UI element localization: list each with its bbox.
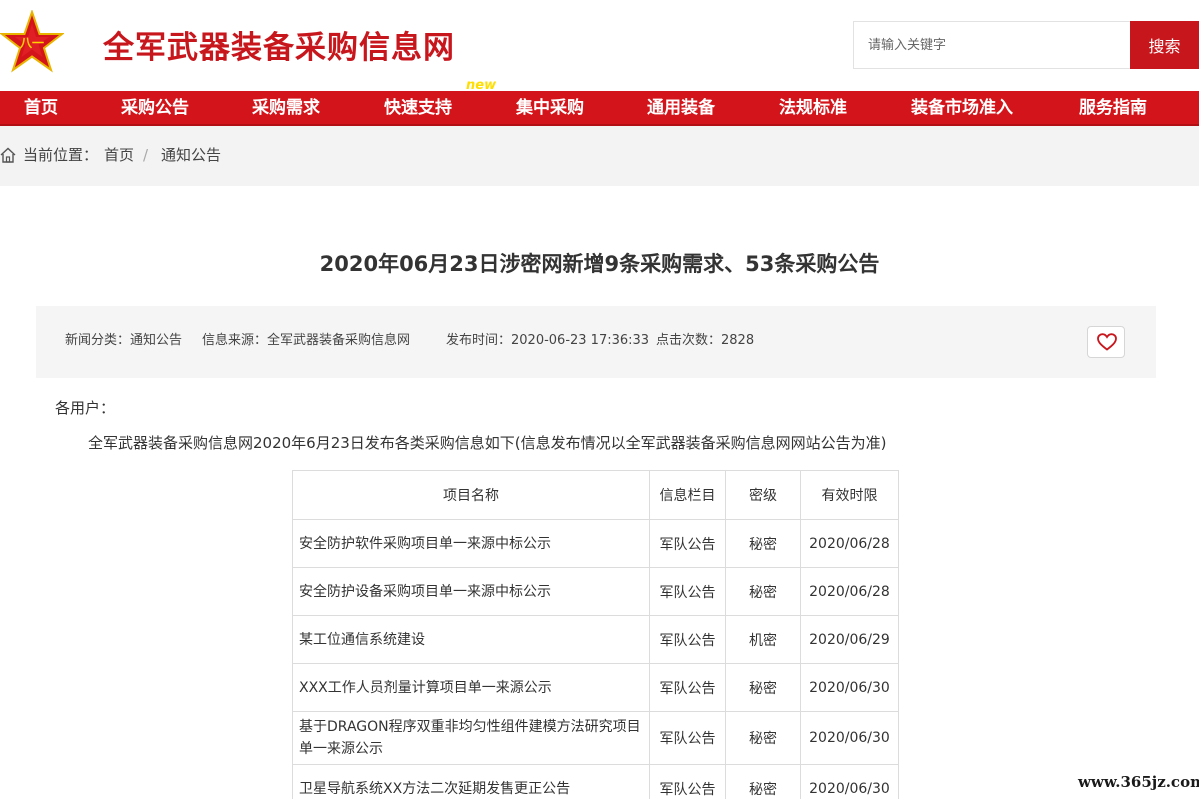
col-header-category: 信息栏目 [649,470,726,520]
breadcrumb-current[interactable]: 通知公告 [161,145,221,165]
nav-item-procurement-notices[interactable]: 采购公告 [121,91,189,126]
cell-classification: 秘密 [725,663,801,712]
cell-classification: 机密 [725,615,801,664]
cell-classification: 秘密 [725,567,801,616]
cell-category: 军队公告 [649,519,726,568]
logo-text: 八一 [19,36,44,50]
site-title[interactable]: 全军武器装备采购信息网 [103,22,455,67]
cell-valid-until: 2020/06/30 [800,663,899,712]
cell-project-name[interactable]: 基于DRAGON程序双重非均匀性组件建模方法研究项目单一来源公示 [292,711,650,765]
red-star-emblem-icon[interactable]: 八一 [0,8,65,74]
search-input[interactable] [853,21,1131,69]
table-row: 安全防护软件采购项目单一来源中标公示 军队公告 秘密 2020/06/28 [292,519,899,568]
meta-published: 发布时间：2020-06-23 17:36:33 [446,333,650,348]
table-row: 基于DRAGON程序双重非均匀性组件建模方法研究项目单一来源公示 军队公告 秘密… [292,711,899,765]
greeting: 各用户： [55,399,116,417]
cell-classification: 秘密 [725,519,801,568]
cell-project-name[interactable]: 某工位通信系统建设 [292,615,650,664]
cell-category: 军队公告 [649,615,726,664]
nav-item-general-equipment[interactable]: 通用装备 [647,91,715,126]
cell-project-name[interactable]: 安全防护软件采购项目单一来源中标公示 [292,519,650,568]
meta-source: 信息来源：全军武器装备采购信息网 [202,333,411,348]
cell-valid-until: 2020/06/29 [800,615,899,664]
col-header-valid-until: 有效时限 [800,470,899,520]
table-row: 卫星导航系统XX方法二次延期发售更正公告 军队公告 秘密 2020/06/30 [292,764,899,799]
col-header-project-name: 项目名称 [292,470,650,520]
heart-icon [1097,333,1117,351]
col-header-classification: 密级 [725,470,801,520]
cell-project-name[interactable]: XXX工作人员剂量计算项目单一来源公示 [292,663,650,712]
cell-category: 军队公告 [649,764,726,799]
article-title: 2020年06月23日涉密网新增9条采购需求、53条采购公告 [319,252,880,276]
nav-item-service-guide[interactable]: 服务指南 [1079,91,1147,126]
search-button[interactable]: 搜索 [1130,21,1199,69]
nav-item-market-access[interactable]: 装备市场准入 [911,91,1013,126]
intro-paragraph: 全军武器装备采购信息网2020年6月23日发布各类采购信息如下(信息发布情况以全… [88,434,887,452]
cell-project-name[interactable]: 卫星导航系统XX方法二次延期发售更正公告 [292,764,650,799]
cell-classification: 秘密 [725,764,801,799]
breadcrumb-prefix: 当前位置： [23,146,99,164]
cell-valid-until: 2020/06/30 [800,764,899,799]
cell-category: 军队公告 [649,711,726,765]
nav-item-quick-support-label: 快速支持 [384,98,452,118]
article-meta: 新闻分类：通知公告 信息来源：全军武器装备采购信息网 发布时间：2020-06-… [36,306,1156,378]
cell-project-name[interactable]: 安全防护设备采购项目单一来源中标公示 [292,567,650,616]
breadcrumb: 当前位置： 首页 / 通知公告 [0,126,1199,186]
cell-category: 军队公告 [649,663,726,712]
breadcrumb-separator: / [143,146,149,164]
cell-category: 军队公告 [649,567,726,616]
cell-valid-until: 2020/06/28 [800,519,899,568]
nav-item-centralized-procurement[interactable]: 集中采购 [516,91,584,126]
nav-item-home[interactable]: 首页 [24,91,58,126]
cell-valid-until: 2020/06/28 [800,567,899,616]
home-icon [0,147,16,163]
table-row: 某工位通信系统建设 军队公告 机密 2020/06/29 [292,615,899,664]
site-header: 八一 全军武器装备采购信息网 搜索 [0,0,1199,92]
nav-item-regulations[interactable]: 法规标准 [779,91,847,126]
procurement-table: 项目名称 信息栏目 密级 有效时限 安全防护软件采购项目单一来源中标公示 军队公… [292,470,899,799]
nav-item-procurement-demands[interactable]: 采购需求 [252,91,320,126]
meta-clicks: 点击次数：2828 [656,333,755,348]
favorite-button[interactable] [1087,326,1125,358]
table-header-row: 项目名称 信息栏目 密级 有效时限 [292,470,899,520]
cell-valid-until: 2020/06/30 [800,711,899,765]
main-nav: 首页 采购公告 采购需求 快速支持 new 集中采购 通用装备 法规标准 装备市… [0,79,1199,126]
new-badge: new [466,78,497,93]
table-row: 安全防护设备采购项目单一来源中标公示 军队公告 秘密 2020/06/28 [292,567,899,616]
breadcrumb-home[interactable]: 首页 [104,145,134,165]
table-row: XXX工作人员剂量计算项目单一来源公示 军队公告 秘密 2020/06/30 [292,663,899,712]
meta-category: 新闻分类：通知公告 [65,333,183,348]
watermark: www.365jz.com [1078,773,1199,791]
nav-item-quick-support[interactable]: 快速支持 new [384,79,496,126]
cell-classification: 秘密 [725,711,801,765]
